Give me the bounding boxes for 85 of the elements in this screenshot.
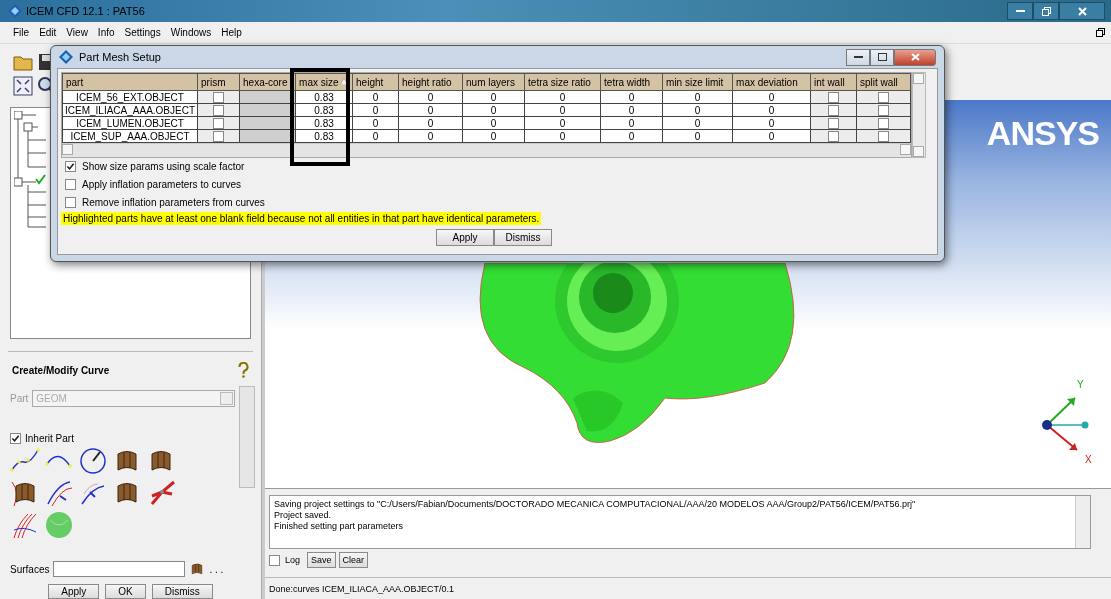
column-header[interactable]: num layers	[462, 73, 525, 91]
column-header[interactable]: split wall	[856, 73, 911, 91]
axis-triad-drawing: Y X	[1035, 370, 1095, 465]
minimize-icon	[1015, 9, 1025, 13]
window-title: ICEM CFD 12.1 : PAT56	[26, 5, 145, 17]
menu-item[interactable]: Info	[92, 27, 120, 38]
menu-item[interactable]: View	[61, 27, 93, 38]
close-button[interactable]	[894, 48, 936, 66]
column-header[interactable]: int wall	[810, 73, 857, 91]
checkbox[interactable]	[213, 104, 225, 116]
menu-item[interactable]: Help	[216, 27, 247, 38]
option-label: Inherit Part	[25, 433, 74, 444]
minimize-button[interactable]	[1007, 2, 1033, 20]
part-label: Part	[10, 393, 29, 404]
fit-view-icon[interactable]	[12, 75, 34, 97]
curve-arrow-icon[interactable]	[44, 478, 74, 508]
checkbox[interactable]	[828, 91, 840, 103]
vertical-scrollbar[interactable]	[1075, 496, 1090, 548]
column-header[interactable]: tetra width	[600, 73, 663, 91]
panel-title: Create/Modify Curve	[12, 364, 110, 376]
minimize-icon	[853, 55, 863, 59]
checkbox[interactable]	[213, 130, 225, 142]
menu-item[interactable]: Settings	[119, 27, 166, 38]
column-header[interactable]: max deviation	[732, 73, 811, 91]
log-button[interactable]: Clear	[338, 552, 369, 568]
panel-button[interactable]: Apply	[48, 584, 100, 599]
checkbox[interactable]	[828, 104, 840, 116]
status-bar: Done:curves ICEM_ILIACA_AAA.OBJECT/0.1	[265, 577, 1111, 599]
column-header[interactable]: height ratio	[398, 73, 463, 91]
restore-icon[interactable]	[1096, 28, 1105, 37]
close-icon	[1077, 6, 1087, 16]
panel-button[interactable]: Dismiss	[151, 584, 213, 599]
column-header[interactable]: tetra size ratio	[524, 73, 601, 91]
dialog-button[interactable]: Apply	[436, 229, 494, 246]
checkbox[interactable]	[10, 433, 21, 444]
surfaces-field[interactable]	[53, 561, 186, 577]
sort-ascending-icon	[340, 78, 349, 85]
checkbox[interactable]	[65, 161, 76, 172]
log-line: Finished setting part parameters	[274, 521, 405, 532]
panel-button[interactable]: OK	[105, 584, 146, 599]
checkbox[interactable]	[65, 179, 76, 190]
help-icon[interactable]	[238, 362, 249, 378]
menu-item[interactable]: File	[8, 27, 35, 38]
checkbox[interactable]	[878, 91, 890, 103]
app-logo-icon	[59, 50, 73, 64]
checkbox[interactable]	[269, 554, 280, 566]
close-button[interactable]	[1059, 2, 1105, 20]
column-header[interactable]: part	[62, 73, 198, 91]
checkbox[interactable]	[878, 104, 890, 116]
checkbox[interactable]	[878, 130, 890, 142]
dialog-button[interactable]: Dismiss	[494, 229, 552, 246]
restore-icon	[1041, 6, 1051, 16]
vertical-scrollbar[interactable]	[239, 386, 255, 488]
ansys-logo: ANSYS	[986, 114, 1099, 153]
checkbox[interactable]	[213, 117, 225, 129]
surfaces-label: Surfaces	[10, 563, 50, 575]
minimize-button[interactable]	[846, 48, 870, 66]
circle-icon[interactable]	[78, 446, 108, 476]
restore-button[interactable]	[1033, 2, 1059, 20]
log-button[interactable]: Save	[307, 552, 336, 568]
vertical-scrollbar[interactable]	[912, 72, 927, 158]
close-icon	[910, 53, 920, 61]
option-label: Remove inflation parameters from curves	[82, 197, 265, 208]
option-label: Log	[285, 555, 301, 565]
maximize-button[interactable]	[870, 48, 894, 66]
app-logo-icon	[8, 4, 22, 18]
log-line: Saving project settings to "C:/Users/Fabian/Documents/DOCTORADO MECANICA COMPUTACIONAL/AAA/20 MODELOS AAA/Group2/PAT56/ICEM/PAT56.prj"	[274, 499, 917, 510]
option-label: Apply inflation parameters to curves	[82, 179, 241, 190]
option-label: Show size params using scale factor	[82, 161, 245, 172]
dialog-title: Part Mesh Setup	[79, 51, 161, 63]
menu-item[interactable]: Edit	[34, 27, 62, 38]
column-header[interactable]: height	[352, 73, 399, 91]
menu-item[interactable]: Windows	[165, 27, 217, 38]
more-text[interactable]: . . .	[209, 563, 224, 575]
checkbox[interactable]	[213, 91, 225, 103]
maximize-icon	[877, 53, 887, 61]
checkbox[interactable]	[878, 117, 890, 129]
checkbox[interactable]	[828, 130, 840, 142]
checkbox[interactable]	[65, 197, 76, 208]
horizontal-scrollbar[interactable]	[62, 143, 912, 157]
column-header[interactable]: prism	[197, 73, 240, 91]
log-line: Project saved.	[274, 510, 333, 521]
checkbox[interactable]	[828, 117, 840, 129]
column-header[interactable]: min size limit	[662, 73, 733, 91]
notice-text: Highlighted parts have at least one blank field because not all entities in that part have identical parameters.	[61, 212, 542, 225]
